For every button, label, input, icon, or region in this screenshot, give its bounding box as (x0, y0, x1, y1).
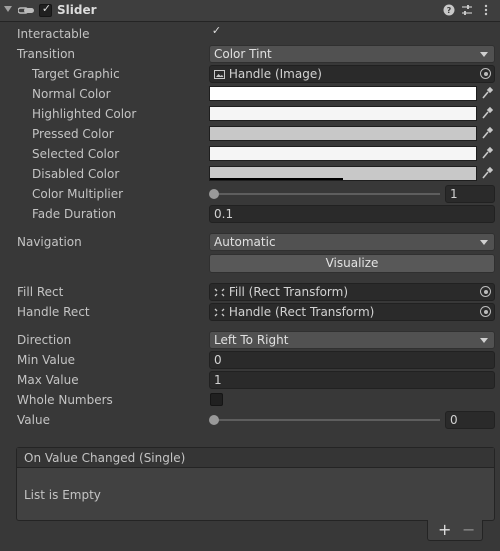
normal-color-label: Normal Color (32, 87, 111, 101)
target-graphic-label: Target Graphic (32, 67, 120, 81)
direction-dropdown[interactable]: Left To Right (209, 331, 495, 349)
event-empty-text: List is Empty (24, 488, 101, 502)
normal-color-swatch[interactable] (209, 86, 477, 101)
eyedropper-icon[interactable] (481, 146, 493, 160)
svg-text:?: ? (447, 6, 452, 15)
color-multiplier-slider-thumb[interactable] (209, 189, 219, 199)
value-label: Value (17, 413, 50, 427)
max-value-label: Max Value (17, 373, 79, 387)
eyedropper-icon[interactable] (481, 86, 493, 100)
color-multiplier-label: Color Multiplier (32, 187, 124, 201)
min-value-input[interactable]: 0 (209, 351, 495, 369)
transition-value: Color Tint (214, 47, 272, 61)
direction-value: Left To Right (214, 333, 289, 347)
eyedropper-icon[interactable] (481, 106, 493, 120)
visualize-button[interactable]: Visualize (209, 254, 495, 273)
alpha-bar (210, 178, 343, 180)
target-graphic-field[interactable]: Handle (Image) (209, 65, 495, 83)
disabled-color-label: Disabled Color (32, 167, 120, 181)
transition-dropdown[interactable]: Color Tint (209, 45, 495, 63)
whole-numbers-checkbox[interactable] (210, 393, 223, 406)
checkmark-icon: ✓ (211, 24, 222, 37)
value-slider-thumb[interactable] (209, 415, 219, 425)
navigation-value: Automatic (214, 235, 276, 249)
object-picker-icon[interactable] (480, 68, 491, 79)
max-value-input[interactable]: 1 (209, 371, 495, 389)
fill-rect-value: Fill (Rect Transform) (228, 285, 349, 299)
eyedropper-icon[interactable] (481, 166, 493, 180)
handle-rect-value: Handle (Rect Transform) (228, 305, 375, 319)
rect-transform-icon (214, 308, 225, 317)
color-multiplier-slider-track[interactable] (213, 193, 440, 195)
color-multiplier-input[interactable]: 1 (445, 185, 495, 203)
chevron-down-icon (480, 240, 488, 245)
fade-duration-label: Fade Duration (32, 207, 117, 221)
pressed-color-swatch[interactable] (209, 126, 477, 141)
checkmark-icon: ✓ (41, 2, 52, 15)
transition-label: Transition (17, 47, 76, 61)
presets-icon[interactable] (460, 3, 474, 17)
interactable-label: Interactable (17, 27, 90, 41)
remove-listener-button[interactable]: − (462, 520, 475, 540)
whole-numbers-label: Whole Numbers (17, 393, 113, 407)
event-header: On Value Changed (Single) (17, 448, 494, 468)
component-title: Slider (57, 3, 97, 17)
selected-color-label: Selected Color (32, 147, 120, 161)
eyedropper-icon[interactable] (481, 126, 493, 140)
script-icon (18, 7, 34, 14)
object-picker-icon[interactable] (480, 306, 491, 317)
selected-color-swatch[interactable] (209, 146, 477, 161)
event-footer: + − (427, 520, 483, 541)
handle-rect-field[interactable]: Handle (Rect Transform) (209, 303, 495, 321)
highlighted-color-swatch[interactable] (209, 106, 477, 121)
interactable-checkbox[interactable]: ✓ (210, 24, 223, 40)
component-header: ✓ Slider ? (0, 0, 500, 22)
chevron-down-icon (480, 52, 488, 57)
highlighted-color-label: Highlighted Color (32, 107, 137, 121)
disabled-color-swatch[interactable] (209, 166, 477, 181)
target-graphic-value: Handle (Image) (228, 67, 322, 81)
direction-label: Direction (17, 333, 72, 347)
object-picker-icon[interactable] (480, 286, 491, 297)
chevron-down-icon (480, 338, 488, 343)
fill-rect-label: Fill Rect (17, 285, 64, 299)
fill-rect-field[interactable]: Fill (Rect Transform) (209, 283, 495, 301)
value-slider-track[interactable] (213, 419, 440, 421)
handle-rect-label: Handle Rect (17, 305, 90, 319)
image-icon (214, 70, 225, 79)
on-value-changed-event: On Value Changed (Single) List is Empty (16, 447, 495, 521)
foldout-arrow-icon[interactable] (4, 6, 12, 12)
fade-duration-input[interactable]: 0.1 (209, 205, 495, 223)
pressed-color-label: Pressed Color (32, 127, 114, 141)
navigation-dropdown[interactable]: Automatic (209, 233, 495, 251)
help-icon[interactable]: ? (442, 3, 456, 17)
menu-icon[interactable] (479, 3, 493, 17)
add-listener-button[interactable]: + (438, 520, 451, 540)
rect-transform-icon (214, 288, 225, 297)
component-enabled-checkbox[interactable]: ✓ (39, 2, 52, 17)
min-value-label: Min Value (17, 353, 76, 367)
navigation-label: Navigation (17, 235, 82, 249)
value-input[interactable]: 0 (445, 411, 495, 429)
